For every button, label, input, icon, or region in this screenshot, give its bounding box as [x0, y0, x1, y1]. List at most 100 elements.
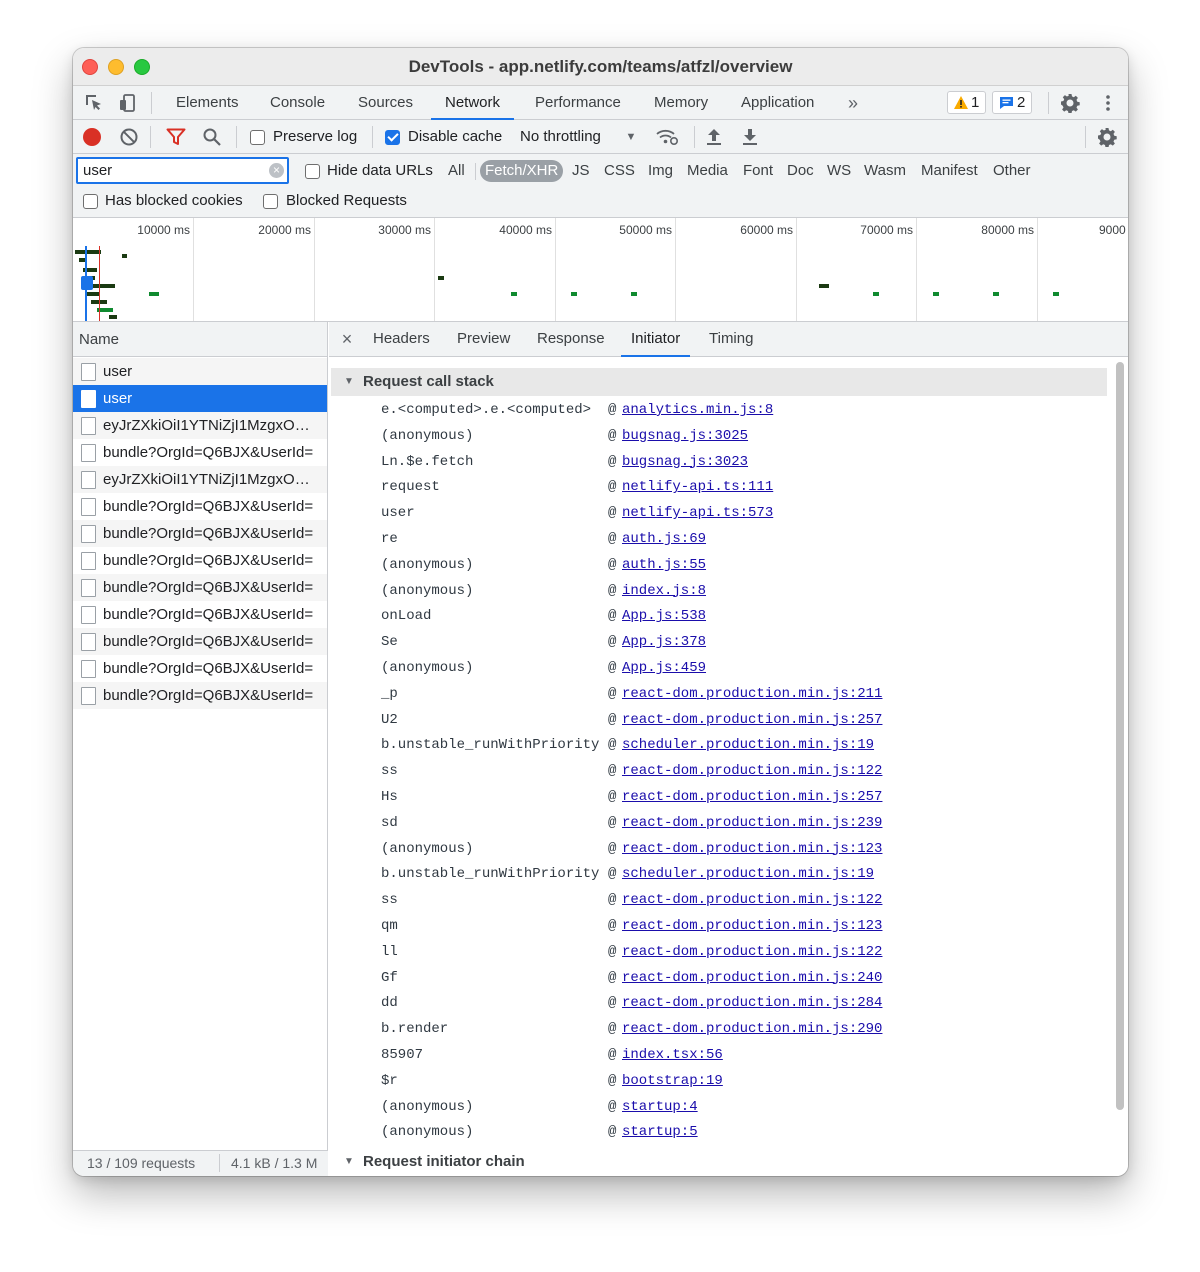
filter-type-doc[interactable]: Doc — [785, 160, 816, 182]
filter-type-other[interactable]: Other — [991, 160, 1033, 182]
inspect-icon[interactable] — [83, 92, 105, 114]
chevron-down-icon[interactable]: ▼ — [625, 130, 637, 144]
frame-source-link[interactable]: index.js:8 — [622, 578, 706, 604]
frame-source-link[interactable]: netlify-api.ts:573 — [622, 500, 773, 526]
request-row[interactable]: eyJrZXkiOiI1YTNiZjI1MzgxOWIw — [73, 466, 327, 493]
tab-application[interactable]: Application — [741, 86, 814, 120]
download-icon[interactable] — [740, 127, 760, 147]
tab-initiator[interactable]: Initiator — [621, 322, 691, 357]
frame-at-symbol: @ — [608, 427, 617, 444]
tab-console[interactable]: Console — [270, 86, 325, 120]
frame-source-link[interactable]: scheduler.production.min.js:19 — [622, 861, 874, 887]
frame-source-link[interactable]: auth.js:69 — [622, 526, 706, 552]
filter-type-js[interactable]: JS — [570, 160, 592, 182]
hide-data-urls-checkbox[interactable] — [305, 164, 320, 179]
network-overview-timeline[interactable]: 10000 ms 20000 ms 30000 ms 40000 ms 5000… — [73, 218, 1128, 322]
request-row[interactable]: bundle?OrgId=Q6BJX&UserId= — [73, 601, 327, 628]
call-stack-frame: _p @ react-dom.production.min.js:211 — [329, 681, 1089, 707]
frame-source-link[interactable]: scheduler.production.min.js:19 — [622, 732, 874, 758]
frame-source-link[interactable]: startup:4 — [622, 1094, 698, 1120]
filter-type-ws[interactable]: WS — [825, 160, 853, 182]
frame-source-link[interactable]: react-dom.production.min.js:257 — [622, 707, 882, 733]
disable-cache-checkbox[interactable] — [385, 130, 400, 145]
request-row[interactable]: bundle?OrgId=Q6BJX&UserId= — [73, 547, 327, 574]
tab-performance[interactable]: Performance — [535, 86, 621, 120]
tab-response[interactable]: Response — [537, 322, 605, 357]
frame-source-link[interactable]: bugsnag.js:3023 — [622, 449, 748, 475]
kebab-menu-icon[interactable] — [1097, 92, 1119, 114]
blocked-requests-checkbox[interactable] — [263, 194, 278, 209]
filter-type-css[interactable]: CSS — [602, 160, 637, 182]
request-row[interactable]: eyJrZXkiOiI1YTNiZjI1MzgxOWIw — [73, 412, 327, 439]
frame-source-link[interactable]: auth.js:55 — [622, 552, 706, 578]
request-call-stack-header[interactable]: ▼ Request call stack — [331, 368, 1107, 396]
wifi-settings-icon[interactable] — [655, 126, 679, 148]
clear-icon[interactable] — [119, 127, 139, 147]
tab-preview[interactable]: Preview — [457, 322, 510, 357]
frame-source-link[interactable]: index.tsx:56 — [622, 1042, 723, 1068]
device-icon[interactable] — [117, 92, 139, 114]
request-row[interactable]: user — [73, 385, 327, 412]
frame-source-link[interactable]: netlify-api.ts:111 — [622, 474, 773, 500]
search-icon[interactable] — [202, 127, 222, 147]
frame-source-link[interactable]: App.js:538 — [622, 603, 706, 629]
frame-source-link[interactable]: react-dom.production.min.js:239 — [622, 810, 882, 836]
filter-type-manifest[interactable]: Manifest — [919, 160, 980, 182]
gear-icon[interactable] — [1059, 92, 1081, 114]
frame-source-link[interactable]: react-dom.production.min.js:284 — [622, 990, 882, 1016]
filter-type-wasm[interactable]: Wasm — [862, 160, 908, 182]
messages-badge[interactable]: 2 — [992, 91, 1033, 114]
tab-network[interactable]: Network — [431, 86, 515, 120]
frame-source-link[interactable]: react-dom.production.min.js:240 — [622, 965, 882, 991]
frame-source-link[interactable]: react-dom.production.min.js:122 — [622, 758, 882, 784]
request-row[interactable]: bundle?OrgId=Q6BJX&UserId= — [73, 655, 327, 682]
filter-type-img[interactable]: Img — [646, 160, 675, 182]
request-row[interactable]: bundle?OrgId=Q6BJX&UserId= — [73, 520, 327, 547]
filter-icon[interactable] — [166, 127, 186, 147]
network-settings-gear-icon[interactable] — [1096, 126, 1118, 148]
request-row[interactable]: bundle?OrgId=Q6BJX&UserId= — [73, 682, 327, 709]
request-row[interactable]: bundle?OrgId=Q6BJX&UserId= — [73, 493, 327, 520]
detail-scrollbar[interactable] — [1116, 362, 1124, 1110]
more-tabs-icon[interactable]: » — [843, 92, 863, 114]
request-row[interactable]: bundle?OrgId=Q6BJX&UserId= — [73, 574, 327, 601]
request-row[interactable]: bundle?OrgId=Q6BJX&UserId= — [73, 439, 327, 466]
tab-timing[interactable]: Timing — [709, 322, 753, 357]
request-row[interactable]: user — [73, 358, 327, 385]
frame-source-link[interactable]: startup:5 — [622, 1119, 698, 1145]
filter-type-all[interactable]: All — [446, 160, 467, 182]
close-detail-icon[interactable]: × — [339, 329, 355, 349]
record-icon[interactable] — [82, 127, 102, 147]
frame-source-link[interactable]: react-dom.production.min.js:123 — [622, 913, 882, 939]
upload-icon[interactable] — [704, 127, 724, 147]
frame-source-link[interactable]: analytics.min.js:8 — [622, 397, 773, 423]
filter-type-media[interactable]: Media — [685, 160, 730, 182]
warnings-badge[interactable]: 1 — [947, 91, 987, 114]
frame-source-link[interactable]: App.js:459 — [622, 655, 706, 681]
filter-type-fetch-xhr[interactable]: Fetch/XHR — [480, 160, 564, 182]
tab-memory[interactable]: Memory — [654, 86, 708, 120]
tab-elements[interactable]: Elements — [176, 86, 239, 120]
filter-type-font[interactable]: Font — [741, 160, 775, 182]
frame-source-link[interactable]: react-dom.production.min.js:211 — [622, 681, 882, 707]
filter-input[interactable] — [76, 157, 289, 184]
preserve-log-checkbox[interactable] — [250, 130, 265, 145]
tab-headers[interactable]: Headers — [373, 322, 430, 357]
request-initiator-chain-header[interactable]: ▼ Request initiator chain — [331, 1148, 1107, 1176]
name-column-header[interactable]: Name — [73, 322, 327, 357]
tab-sources[interactable]: Sources — [358, 86, 413, 120]
clear-filter-icon[interactable]: × — [269, 163, 284, 178]
frame-source-link[interactable]: react-dom.production.min.js:290 — [622, 1016, 882, 1042]
frame-source-link[interactable]: bugsnag.js:3025 — [622, 423, 748, 449]
request-row[interactable]: bundle?OrgId=Q6BJX&UserId= — [73, 628, 327, 655]
frame-source-link[interactable]: react-dom.production.min.js:257 — [622, 784, 882, 810]
frame-source-link[interactable]: bootstrap:19 — [622, 1068, 723, 1094]
frame-source-link[interactable]: react-dom.production.min.js:123 — [622, 836, 882, 862]
frame-source-link[interactable]: react-dom.production.min.js:122 — [622, 887, 882, 913]
throttling-select[interactable]: No throttling — [520, 128, 601, 145]
frame-source-link[interactable]: App.js:378 — [622, 629, 706, 655]
timeline-request-mark — [993, 292, 999, 296]
has-blocked-cookies-checkbox[interactable] — [83, 194, 98, 209]
frame-source-link[interactable]: react-dom.production.min.js:122 — [622, 939, 882, 965]
blocked-requests-label: Blocked Requests — [286, 192, 407, 209]
